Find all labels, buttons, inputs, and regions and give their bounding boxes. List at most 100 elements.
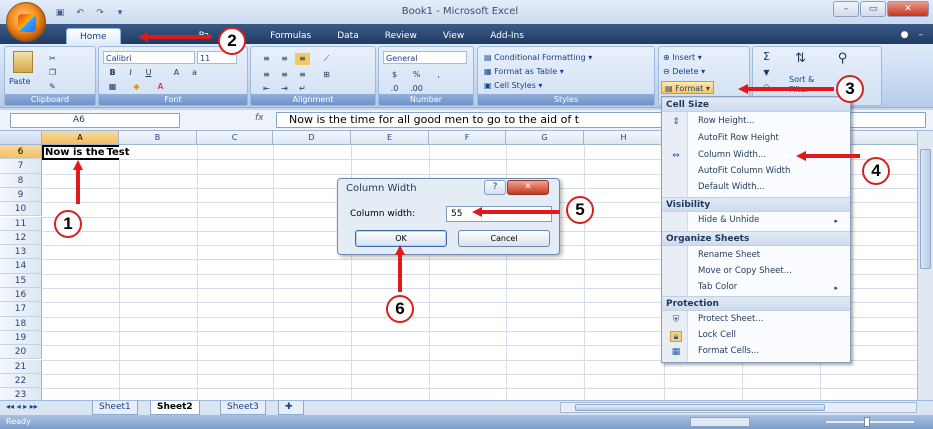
menu-item-column-width[interactable]: Column Width... [698, 148, 766, 163]
name-box[interactable]: A6 [10, 113, 180, 128]
insert-function-icon[interactable]: fx [255, 113, 264, 123]
grow-font-icon[interactable]: A [169, 67, 184, 79]
zoom-thumb[interactable] [864, 417, 870, 427]
view-buttons[interactable] [690, 417, 750, 427]
sheet-tab-sheet2[interactable]: Sheet2 [150, 401, 200, 415]
dialog-close-button[interactable]: ✕ [507, 180, 549, 195]
tab-add-ins[interactable]: Add-Ins [477, 28, 537, 44]
center-icon[interactable]: ≡ [277, 69, 292, 81]
row-header[interactable]: 22 [0, 373, 42, 389]
number-format-box[interactable]: General [383, 51, 467, 64]
help-icon[interactable]: ● [901, 30, 909, 40]
format-painter-icon[interactable]: ✎ [45, 81, 60, 93]
comma-style-icon[interactable]: , [431, 69, 446, 81]
menu-item-lock-cell[interactable]: Lock Cell [698, 328, 736, 343]
menu-item-move-copy-sheet[interactable]: Move or Copy Sheet... [698, 264, 792, 279]
sheet-tab-sheet1[interactable]: Sheet1 [92, 401, 138, 415]
font-name-box[interactable]: Calibri [103, 51, 195, 64]
bold-icon[interactable]: B [105, 67, 120, 79]
row-header[interactable]: 7 [0, 159, 42, 174]
row-header[interactable]: 10 [0, 202, 42, 217]
row-header[interactable]: 13 [0, 245, 42, 260]
menu-item-rename-sheet[interactable]: Rename Sheet [698, 248, 760, 263]
percent-icon[interactable]: % [409, 69, 424, 81]
font-color-icon[interactable]: A [153, 81, 168, 93]
row-header[interactable]: 6 [0, 145, 42, 160]
row-header[interactable]: 20 [0, 345, 42, 360]
insert-sheet-icon[interactable]: ✚ [278, 401, 304, 415]
fill-icon[interactable]: ▼ [759, 67, 774, 79]
tab-home[interactable]: Home [66, 28, 121, 44]
format-button[interactable]: ▤ Format ▾ [661, 81, 714, 94]
row-header[interactable]: 19 [0, 330, 42, 346]
row-header[interactable]: 17 [0, 302, 42, 317]
close-button[interactable]: ✕ [887, 1, 929, 17]
menu-item-format-cells[interactable]: Format Cells... [698, 344, 759, 359]
horizontal-scrollbar[interactable] [560, 402, 917, 413]
column-header-f[interactable]: F [429, 131, 506, 145]
autosum-icon[interactable]: Σ [759, 51, 774, 63]
menu-item-autofit-row-height[interactable]: AutoFit Row Height [698, 131, 779, 146]
vertical-scroll-thumb[interactable] [920, 149, 931, 269]
copy-icon[interactable]: ❐ [45, 67, 60, 79]
office-button[interactable] [6, 2, 46, 42]
column-header-a[interactable]: A [42, 131, 119, 145]
align-bottom-icon[interactable]: ≡ [295, 53, 310, 65]
row-header[interactable]: 14 [0, 259, 42, 274]
save-icon[interactable]: ▣ [52, 6, 68, 21]
menu-item-tab-color[interactable]: Tab Color [698, 280, 737, 295]
borders-icon[interactable]: ▦ [105, 81, 120, 93]
column-width-input[interactable]: 55 [446, 206, 552, 222]
conditional-formatting-button[interactable]: ▤ Conditional Formatting ▾ [484, 51, 592, 64]
paste-button[interactable]: Paste [9, 75, 31, 88]
column-header-h[interactable]: H [584, 131, 664, 145]
sheet-tab-sheet3[interactable]: Sheet3 [220, 401, 266, 415]
menu-item-row-height[interactable]: Row Height... [698, 114, 755, 129]
find-select-icon[interactable]: ⚲ [835, 52, 850, 65]
fill-color-icon[interactable]: ◆ [129, 81, 144, 93]
menu-item-autofit-column-width[interactable]: AutoFit Column Width [698, 164, 790, 179]
underline-icon[interactable]: U [141, 67, 156, 79]
shrink-font-icon[interactable]: a [187, 67, 202, 79]
currency-icon[interactable]: $ [387, 69, 402, 81]
align-right-icon[interactable]: ≡ [295, 69, 310, 81]
row-header[interactable]: 23 [0, 388, 42, 400]
redo-icon[interactable]: ↷ [92, 6, 108, 21]
align-middle-icon[interactable]: ≡ [277, 53, 292, 65]
customize-qat-icon[interactable]: ▾ [112, 6, 128, 21]
menu-item-default-width[interactable]: Default Width... [698, 180, 765, 195]
cancel-button[interactable]: Cancel [458, 230, 550, 247]
vertical-scrollbar[interactable] [917, 131, 933, 400]
column-header-b[interactable]: B [119, 131, 197, 145]
tab-view[interactable]: View [430, 28, 477, 44]
row-header[interactable]: 21 [0, 359, 42, 374]
row-header[interactable]: 8 [0, 173, 42, 188]
dialog-help-button[interactable]: ? [484, 180, 506, 195]
restore-button[interactable]: ▭ [860, 1, 886, 17]
select-all-corner[interactable] [0, 131, 42, 145]
align-left-icon[interactable]: ≡ [259, 69, 274, 81]
menu-item-protect-sheet[interactable]: Protect Sheet... [698, 312, 763, 327]
row-header[interactable]: 18 [0, 316, 42, 331]
insert-cells-button[interactable]: ⊕ Insert ▾ [663, 51, 702, 64]
merge-center-icon[interactable]: ⊞ [319, 69, 334, 81]
tab-review[interactable]: Review [372, 28, 430, 44]
sort-filter-icon[interactable]: ⇅ [793, 52, 808, 65]
undo-icon[interactable]: ↶ [72, 6, 88, 21]
sheet-navigation-icon[interactable]: ◂◂ ◂ ▸ ▸▸ [6, 402, 38, 411]
row-header[interactable]: 12 [0, 230, 42, 246]
menu-item-hide-unhide[interactable]: Hide & Unhide [698, 213, 759, 228]
column-header-g[interactable]: G [506, 131, 584, 145]
column-header-d[interactable]: D [273, 131, 351, 145]
italic-icon[interactable]: I [123, 67, 138, 79]
cell-a6[interactable]: Now is the Test [42, 145, 130, 160]
column-header-e[interactable]: E [351, 131, 429, 145]
minimize-button[interactable]: – [833, 1, 859, 17]
zoom-slider[interactable] [820, 417, 920, 427]
delete-cells-button[interactable]: ⊖ Delete ▾ [663, 65, 705, 78]
orientation-icon[interactable]: ⟋ [319, 53, 334, 65]
ribbon-minimize-icon[interactable]: – [919, 30, 924, 40]
align-top-icon[interactable]: ≡ [259, 53, 274, 65]
cell-styles-button[interactable]: ▣ Cell Styles ▾ [484, 79, 542, 92]
tab-data[interactable]: Data [324, 28, 372, 44]
